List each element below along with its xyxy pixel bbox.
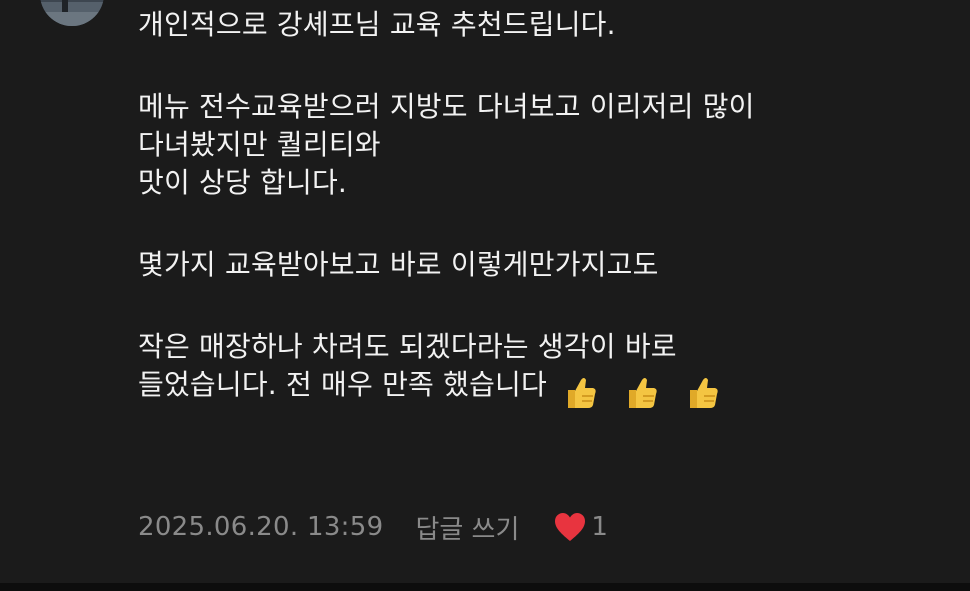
comment-text-line: 메뉴 전수교육받으러 지방도 다녀보고 이리저리 많이: [138, 90, 755, 123]
thumbs-up-icon: [621, 372, 661, 412]
avatar[interactable]: [40, 0, 104, 26]
emoji-group: [560, 372, 734, 412]
thumbs-up-icon: [682, 372, 722, 412]
reply-button[interactable]: 답글 쓰기: [415, 509, 519, 546]
thumbs-up-icon: [560, 372, 600, 412]
comment-meta: 2025.06.20. 13:59 답글 쓰기 1: [138, 505, 608, 549]
comment-text-line: 작은 매장하나 차려도 되겠다라는 생각이 바로: [138, 330, 677, 363]
user-avatar-photo-icon: [40, 0, 104, 26]
comment-text-line: 개인적으로 강셰프님 교육 추천드립니다.: [138, 8, 616, 41]
comment-card: 개인적으로 강셰프님 교육 추천드립니다. 메뉴 전수교육받으러 지방도 다녀보…: [0, 0, 970, 583]
like-button[interactable]: 1: [553, 511, 608, 543]
comment-text-line: 몇가지 교육받아보고 바로 이렇게만가지고도: [138, 248, 659, 281]
comment-body: 개인적으로 강셰프님 교육 추천드립니다. 메뉴 전수교육받으러 지방도 다녀보…: [138, 0, 938, 408]
bottom-divider: [0, 583, 970, 591]
like-count: 1: [591, 512, 608, 542]
comment-text-line-last: 들었습니다. 전 매우 만족 했습니다: [138, 366, 938, 408]
comment-text: 들었습니다. 전 매우 만족 했습니다: [138, 368, 547, 401]
timestamp: 2025.06.20. 13:59: [138, 512, 384, 542]
heart-icon[interactable]: [553, 511, 587, 543]
comment-text-line: 다녀봤지만 퀄리티와: [138, 128, 381, 161]
comment-text-line: 맛이 상당 합니다.: [138, 166, 348, 199]
